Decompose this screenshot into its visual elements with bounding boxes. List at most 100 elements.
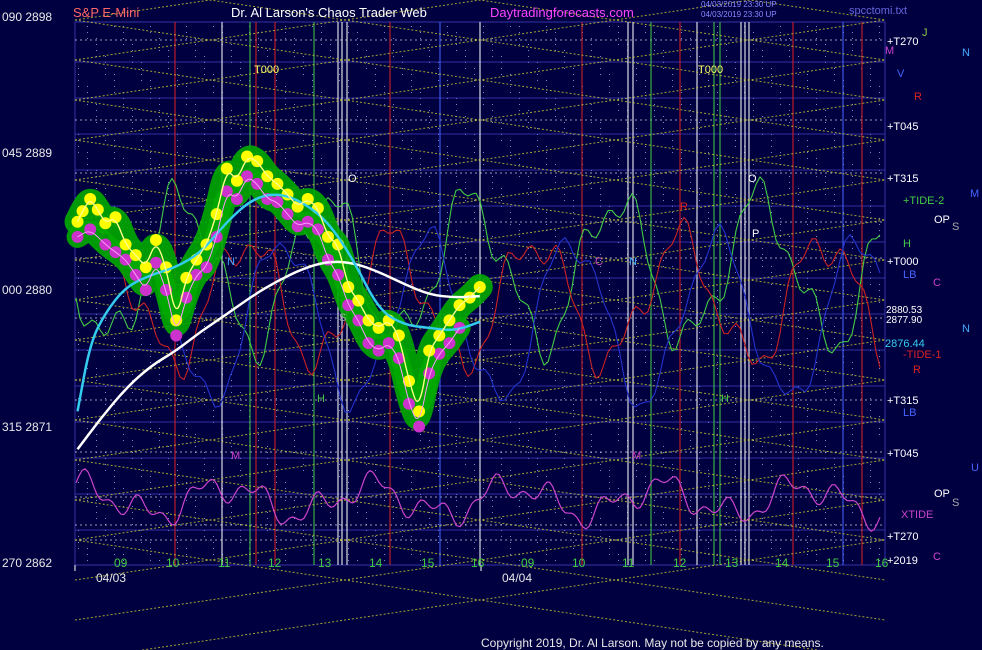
site-link[interactable]: Daytradingforecasts.com	[490, 5, 634, 20]
grid-dot	[240, 338, 241, 339]
grid-dot	[618, 158, 619, 159]
grid-dot	[384, 296, 385, 297]
grid-dot	[105, 56, 106, 57]
grid-dot	[636, 212, 637, 213]
right-label: +T045	[887, 448, 919, 460]
grid-dot	[141, 536, 142, 537]
grid-dot	[285, 302, 286, 303]
grid-dot	[681, 368, 682, 369]
grid-dot	[96, 104, 97, 105]
grid-dot	[78, 284, 79, 285]
grid-dot	[816, 428, 817, 429]
grid-dot	[690, 182, 691, 183]
grid-dot	[807, 476, 808, 477]
grid-dot	[654, 248, 655, 249]
grid-dot	[762, 122, 763, 123]
grid-dot	[204, 464, 205, 465]
grid-dot	[474, 536, 475, 537]
grid-dot	[483, 32, 484, 33]
grid-dot	[735, 404, 736, 405]
grid-dot	[123, 554, 124, 555]
grid-dot	[159, 50, 160, 51]
grid-dot	[195, 368, 196, 369]
grid-dot	[798, 536, 799, 537]
grid-dot	[87, 92, 88, 93]
grid-dot	[141, 410, 142, 411]
grid-dot	[501, 122, 502, 123]
grid-dot	[105, 518, 106, 519]
grid-dot	[762, 452, 763, 453]
grid-dot	[546, 416, 547, 417]
grid-dot	[735, 128, 736, 129]
right-label: S	[952, 221, 960, 233]
grid-dot	[267, 116, 268, 117]
grid-dot	[798, 74, 799, 75]
grid-dot	[501, 536, 502, 537]
grid-dot	[645, 488, 646, 489]
grid-dot	[699, 188, 700, 189]
x-date-label: 04/04	[502, 571, 533, 585]
grid-dot	[78, 344, 79, 345]
grid-dot	[402, 68, 403, 69]
grid-dot	[483, 230, 484, 231]
grid-dot	[609, 548, 610, 549]
grid-dot	[636, 404, 637, 405]
right-label: +T000	[887, 256, 919, 268]
grid-dot	[105, 68, 106, 69]
grid-dot	[519, 362, 520, 363]
grid-dot	[159, 374, 160, 375]
grid-dot	[294, 122, 295, 123]
grid-dot	[555, 44, 556, 45]
right-label: OP	[934, 488, 950, 500]
grid-dot	[807, 146, 808, 147]
grid-dot	[258, 44, 259, 45]
grid-dot	[870, 80, 871, 81]
grid-dot	[393, 440, 394, 441]
grid-dot	[510, 476, 511, 477]
grid-dot	[735, 146, 736, 147]
grid-dot	[663, 452, 664, 453]
grid-dot	[681, 296, 682, 297]
grid-dot	[834, 398, 835, 399]
grid-dot	[78, 470, 79, 471]
grid-dot	[78, 338, 79, 339]
right-label: XTIDE	[901, 509, 934, 521]
grid-dot	[591, 254, 592, 255]
grid-dot	[177, 200, 178, 201]
grid-dot	[348, 554, 349, 555]
right-label: +2019	[887, 555, 918, 567]
grid-dot	[204, 122, 205, 123]
grid-dot	[645, 410, 646, 411]
grid-dot	[879, 86, 880, 87]
grid-dot	[771, 338, 772, 339]
grid-dot	[483, 104, 484, 105]
grid-dot	[879, 164, 880, 165]
grid-dot	[456, 32, 457, 33]
grid-dot	[357, 446, 358, 447]
grid-dot	[555, 116, 556, 117]
grid-dot	[240, 68, 241, 69]
grid-dot	[474, 410, 475, 411]
grid-dot	[816, 434, 817, 435]
grid-dot	[528, 512, 529, 513]
grid-dot	[276, 404, 277, 405]
grid-dot	[456, 446, 457, 447]
grid-dot	[753, 428, 754, 429]
grid-dot	[636, 146, 637, 147]
grid-dot	[726, 380, 727, 381]
grid-dot	[285, 236, 286, 237]
grid-dot	[87, 32, 88, 33]
grid-dot	[789, 236, 790, 237]
grid-dot	[609, 344, 610, 345]
grid-dot	[726, 254, 727, 255]
right-label: +T270	[887, 531, 919, 543]
grid-dot	[825, 320, 826, 321]
y-tick-label: 315 2871	[2, 420, 53, 434]
grid-dot	[735, 344, 736, 345]
grid-dot	[816, 308, 817, 309]
grid-dot	[600, 398, 601, 399]
grid-dot	[258, 500, 259, 501]
grid-dot	[636, 470, 637, 471]
grid-dot	[348, 416, 349, 417]
grid-dot	[204, 392, 205, 393]
